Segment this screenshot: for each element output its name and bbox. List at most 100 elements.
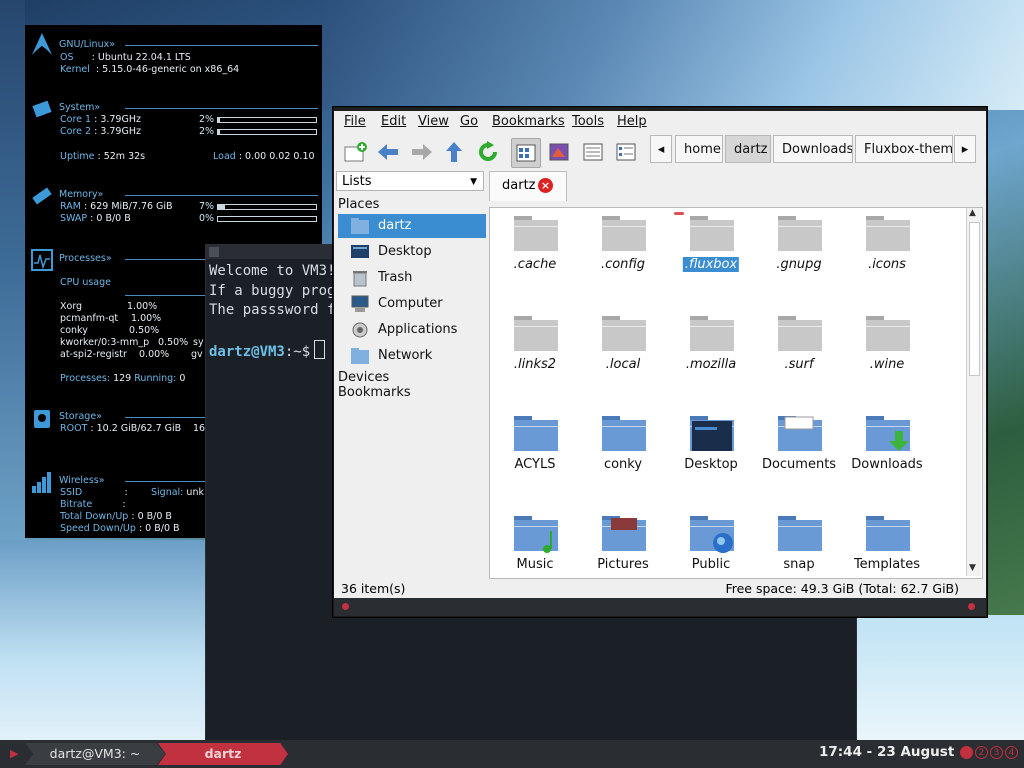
scroll-up-icon[interactable]: ▲ [969,208,976,218]
breadcrumb-downloads[interactable]: Downloads [773,135,853,163]
file-item[interactable]: .local [579,312,667,408]
scrollbar-thumb[interactable] [969,222,980,376]
vertical-scrollbar[interactable]: ▲ ▼ [966,208,981,576]
place-applications[interactable]: Applications [338,318,486,342]
resize-grip-right[interactable] [968,603,975,610]
core1-bar [217,117,317,123]
menu-file[interactable]: File [344,114,366,129]
breadcrumb-dartz[interactable]: dartz [725,135,771,163]
breadcrumb-fluxbox-theme[interactable]: Fluxbox-theme [855,135,953,163]
cpu-icon [32,100,52,118]
file-item[interactable]: Music [491,512,579,578]
devices-header[interactable]: Devices [338,370,389,385]
kernel-row: Kernel : 5.15.0-46-generic on x86_64 [60,64,239,75]
reload-button[interactable] [474,138,502,166]
file-item[interactable]: .mozilla [667,312,755,408]
section-title-system: System» [59,102,101,113]
terminal-line: If a buggy prog [209,282,336,299]
terminal-menu-button[interactable] [209,247,219,257]
menu-view[interactable]: View [418,114,449,129]
root-extra: 16 [193,423,206,434]
folder-icon [514,516,558,553]
hidden-folder-icon [690,216,734,251]
detail-view-button[interactable] [612,138,640,166]
file-item[interactable]: Downloads [843,412,931,508]
hidden-folder-icon [602,216,646,251]
workspace-3[interactable]: 3 [990,746,1003,759]
uptime-row: Uptime : 52m 32s [60,151,145,162]
hidden-folder-icon [778,316,822,351]
swap-row: SWAP : 0 B/0 B [60,213,131,224]
window-bottom-border[interactable] [334,598,986,616]
file-item[interactable]: Desktop [667,412,755,508]
breadcrumb-scroll-right[interactable]: ▸ [954,135,976,163]
file-item-label: Pictures [597,557,649,572]
processes-value: 129 [113,373,132,384]
compact-view-button[interactable] [579,138,607,166]
menu-bookmarks[interactable]: Bookmarks [492,114,565,129]
place-trash[interactable]: Trash [338,266,486,290]
place-computer[interactable]: Computer [338,292,486,316]
up-button[interactable] [440,138,468,166]
file-item[interactable]: .surf [755,312,843,408]
file-item-label: Music [516,557,554,572]
taskbar: ▶ dartz@VM3: ~ dartz 17:44 - 23 August 1… [0,740,1024,768]
scroll-down-icon[interactable]: ▼ [969,563,976,573]
ssid-value: : [124,487,128,498]
file-item[interactable]: Pictures [579,512,667,578]
proc-name: kworker/0:3-mm_p [60,337,150,348]
file-item[interactable]: .config [579,212,667,308]
core1-row: Core 1 : 3.79GHz [60,114,141,125]
file-item[interactable]: Documents [755,412,843,508]
terminal-output[interactable]: Welcome to VM3! If a buggy prog The pass… [209,262,344,363]
file-item[interactable]: .icons [843,212,931,308]
workspace-1[interactable]: 1 [960,746,973,759]
workspace-4[interactable]: 4 [1005,746,1018,759]
hidden-folder-icon [514,216,558,251]
file-manager-window: File Edit View Go Bookmarks Tools Help ◂… [333,107,987,617]
file-item[interactable]: .wine [843,312,931,408]
forward-button[interactable] [408,138,436,166]
menu-help[interactable]: Help [617,114,647,129]
file-item-label: Templates [853,557,921,572]
bookmarks-header[interactable]: Bookmarks [338,385,411,400]
close-tab-icon[interactable]: × [538,178,553,193]
file-item[interactable]: Templates [843,512,931,578]
play-icon[interactable]: ▶ [10,747,18,760]
folder-icon [866,416,910,451]
file-item[interactable]: .cache [491,212,579,308]
taskbar-item-terminal[interactable]: dartz@VM3: ~ [25,743,165,765]
breadcrumb-home[interactable]: home [675,135,723,163]
place-network[interactable]: Network [338,344,486,368]
menu-go[interactable]: Go [460,114,478,129]
thumbnail-view-button[interactable] [545,138,573,166]
file-item[interactable]: snap [755,512,843,578]
icon-view-button[interactable] [511,138,541,168]
menu-tools[interactable]: Tools [572,114,604,129]
resize-grip-left[interactable] [342,603,349,610]
side-pane-mode-select[interactable]: Lists ▼ [336,171,484,191]
file-item-label: Desktop [684,457,738,472]
terminal-line: The passsword fo [209,302,344,318]
place-desktop[interactable]: Desktop [338,240,486,264]
places-header[interactable]: Places [338,197,379,212]
file-item[interactable]: ACYLS [491,412,579,508]
file-item[interactable]: .links2 [491,312,579,408]
menu-edit[interactable]: Edit [381,114,406,129]
core2-pct: 2% [199,126,215,137]
os-row: OS : Ubuntu 22.04.1 LTS [60,52,191,63]
core2-row: Core 2 : 3.79GHz [60,126,141,137]
file-item[interactable]: Public [667,512,755,578]
file-item[interactable]: .gnupg [755,212,843,308]
file-item[interactable]: conky [579,412,667,508]
wallpaper-sky [320,0,1024,110]
taskbar-item-file-manager[interactable]: dartz [158,743,288,765]
activity-monitor-icon [31,249,53,271]
back-button[interactable] [374,138,402,166]
workspace-2[interactable]: 2 [975,746,988,759]
tab-dartz[interactable]: dartz × [489,171,567,201]
file-item[interactable]: .fluxbox [667,212,755,308]
breadcrumb-scroll-left[interactable]: ◂ [650,135,672,163]
place-dartz[interactable]: dartz [338,214,486,238]
new-tab-button[interactable] [342,138,370,166]
